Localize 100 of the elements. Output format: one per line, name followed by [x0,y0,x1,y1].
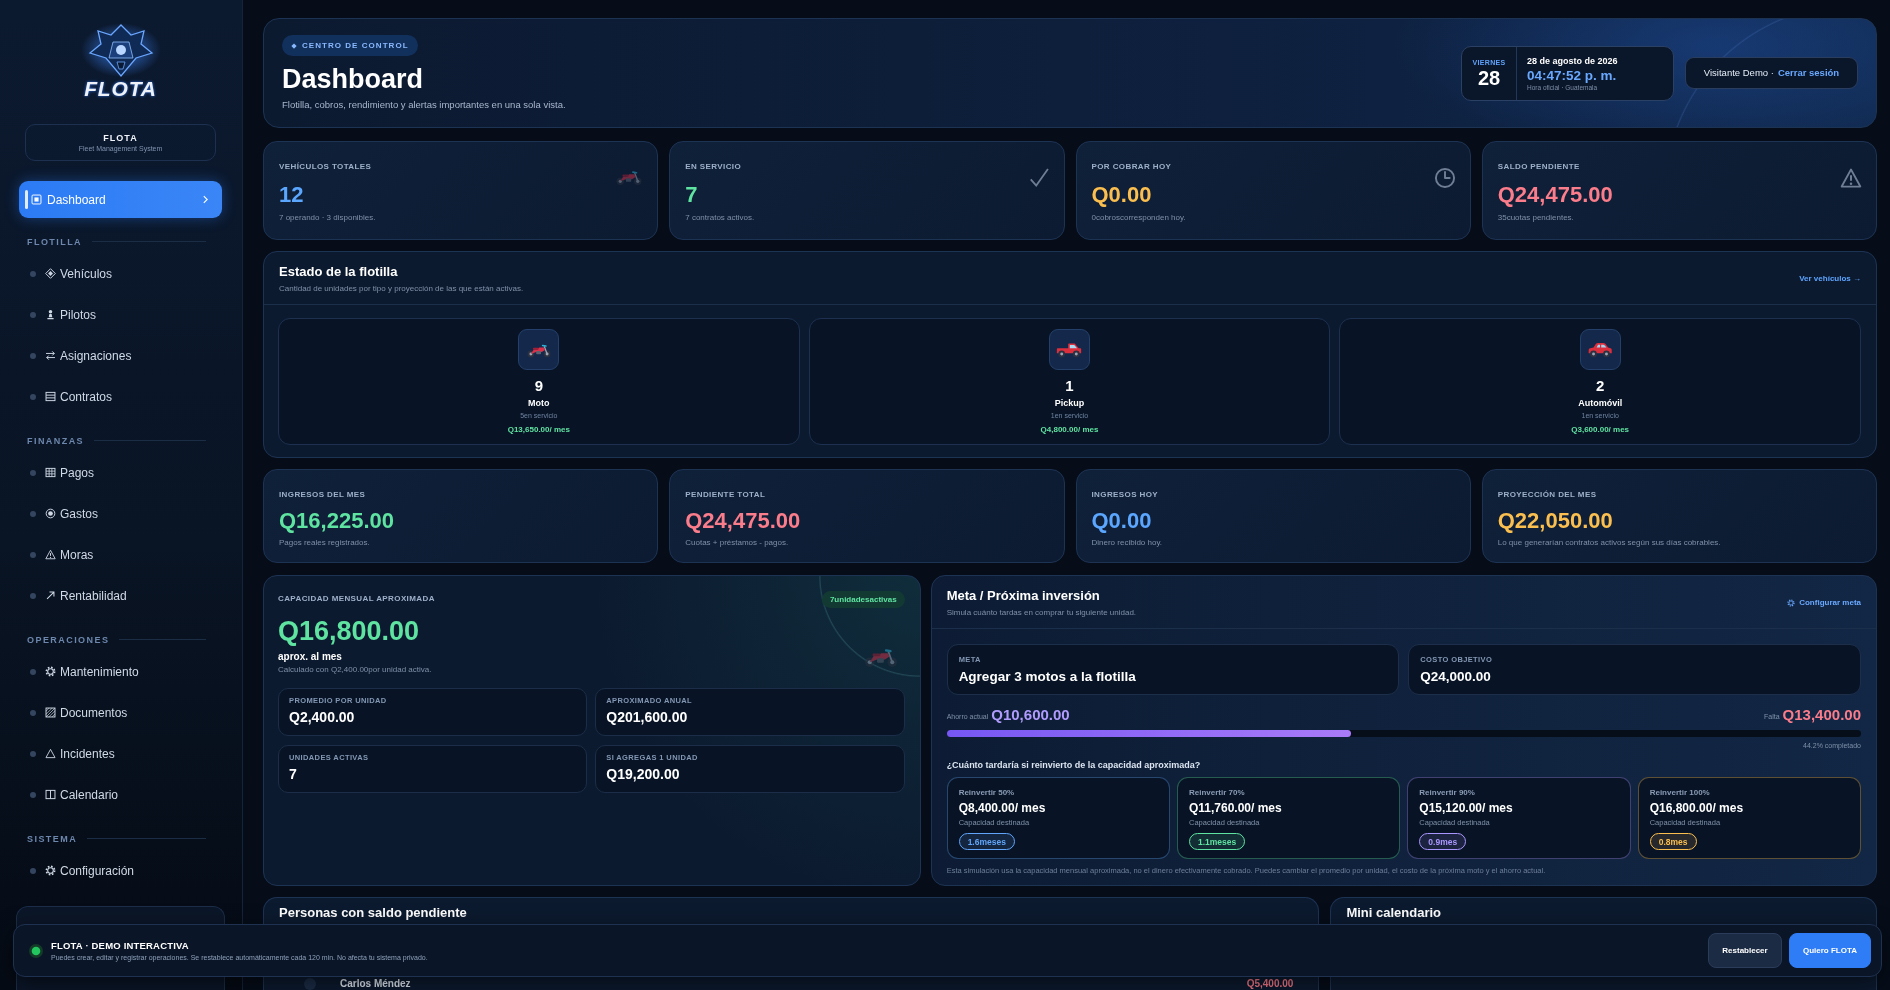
warning-icon [45,549,56,560]
duration-badge: 0.9mes [1419,833,1467,851]
vehicle-income: Q3,600.00/ mes [1571,423,1630,435]
scenario-amount: Q8,400.00/ mes [958,800,1047,816]
income-label: PROYECCIÓN DEL MES [1497,489,1598,500]
missing-amount: Q13,400.00 [1782,706,1861,724]
income-value: Q0.00 [1091,507,1153,534]
diamond-icon [45,268,56,279]
bullet-icon [30,469,36,476]
scenario-label: Reinvertir 100% [1649,787,1711,798]
income-note: Lo que generarían contratos activos según sus días cobrables. [1497,537,1722,548]
stat-label: SALDO PENDIENTE [1497,161,1581,172]
stat-value: Q0.00 [1091,181,1153,208]
duration-badge: 1.1meses [1188,833,1246,851]
sidebar-nav-item[interactable]: Incidentes [19,733,222,774]
bullet-icon [30,750,36,757]
sidebar-nav-item[interactable]: Pilotos [19,294,222,335]
gear-icon [45,865,56,876]
stat-note: 7 contratos activos. [685,212,755,223]
duration-badge: 0.8mes [1649,833,1697,851]
hatched-square-icon [45,707,56,718]
scenario-amount: Q11,760.00/ mes [1188,800,1283,816]
sidebar-nav-item[interactable]: Dashboard [19,181,222,218]
stat-note: 0cobroscorresponden hoy. [1091,212,1186,223]
stat-note: 7 operando · 3 disponibles. [279,212,376,223]
get-flota-button[interactable]: Quiero FLOTA [1789,933,1871,968]
sidebar-nav-item[interactable]: Gastos [19,493,222,534]
income-label: INGRESOS HOY [1091,489,1160,500]
sidebar-nav-item[interactable]: Calendario [19,774,222,815]
bullet-icon [30,592,36,599]
goal-field-value: Agregar 3 motos a la flotilla [958,668,1137,685]
badge-label: CENTRO DE CONTROL [302,39,409,52]
gear-icon [45,666,56,677]
section-heading: FLOTILLA [27,235,82,248]
reset-button[interactable]: Restablecer [1708,933,1782,968]
vehicle-count: 9 [534,377,543,395]
triangle-icon [45,748,56,759]
income-note: Cuotas + préstamos - pagos. [685,537,790,548]
logo-text: FLOTA [84,78,157,100]
diamond-icon [291,42,297,49]
sidebar-nav-item[interactable]: Mantenimiento [19,651,222,692]
configure-goal-link[interactable]: Configurar meta [1787,596,1861,609]
gear-icon [1787,598,1796,607]
saved-amount: Q10,600.00 [991,706,1070,724]
section-heading: SISTEMA [27,832,78,845]
sidebar-nav-item[interactable]: Vehículos [19,253,222,294]
status-dot-icon [29,943,43,958]
sidebar-nav-item[interactable]: Moras [19,534,222,575]
bullet-icon [30,709,36,716]
metric-value: Q201,600.00 [606,708,689,726]
arrow-up-right-icon [45,590,56,601]
warning-icon [1840,167,1862,189]
sidebar-nav-item[interactable]: Pagos [19,452,222,493]
bullet-icon [30,668,36,675]
person-icon [45,309,56,320]
swap-arrows-icon [45,350,56,361]
vehicle-type-name: Pickup [1054,397,1085,409]
stat-value: Q24,475.00 [1497,181,1613,208]
car-icon [1579,329,1621,370]
scenario-label: Reinvertir 50% [958,787,1016,798]
income-note: Dinero recibido hoy. [1091,537,1164,548]
bullet-icon [30,791,36,798]
panel-title: Meta / Próxima inversión [946,588,1101,604]
split-square-icon [45,789,56,800]
sidebar-nav-item[interactable]: Asignaciones [19,335,222,376]
brand-name: FLOTA [102,132,139,144]
clock-icon [1433,167,1456,189]
scenario-amount: Q16,800.00/ mes [1649,800,1745,816]
section-heading: OPERACIONES [27,633,110,646]
sidebar-nav-item[interactable]: Documentos [19,692,222,733]
income-note: Pagos reales registrados. [279,537,371,548]
capacity-note: Calculado con Q2,400.00por unidad activa. [278,664,433,675]
bullet-icon [30,311,36,318]
sidebar-nav-item[interactable]: Configuración [19,850,222,891]
vehicle-income: Q4,800.00/ mes [1040,423,1099,435]
stat-value: 7 [685,181,699,208]
vehicle-income: Q13,650.00/ mes [507,423,570,435]
income-label: INGRESOS DEL MES [279,489,367,500]
stat-label: POR COBRAR HOY [1091,161,1173,172]
day-number: 28 [1477,66,1501,89]
clock-time: 04:47:52 p. m. [1527,66,1618,84]
metric-value: Q19,200.00 [606,765,681,783]
date-text: 28 de agosto de 2026 [1527,54,1619,67]
bullet-icon [30,551,36,558]
panel-title: Mini calendario [1346,905,1442,921]
question-text: ¿Cuánto tardaría si reinvierto de la capacidad aproximada? [946,758,1202,771]
vehicle-count: 2 [1596,377,1605,395]
logout-link[interactable]: Cerrar sesión [1777,65,1840,81]
view-vehicles-link[interactable]: Ver vehículos → [1799,272,1861,285]
panel-subtitle: Cantidad de unidades por tipo y proyección de las que están activas. [279,282,524,294]
vehicle-count: 1 [1065,377,1074,395]
framed-square-icon [31,194,42,205]
page-subtitle: Flotilla, cobros, rendimiento y alertas importantes en una sola vista. [282,99,566,111]
vehicle-type-name: Moto [528,397,550,409]
sidebar-nav-item[interactable]: Rentabilidad [19,575,222,616]
scenario-label: Reinvertir 70% [1188,787,1246,798]
sidebar-nav-item[interactable]: Contratos [19,376,222,417]
panel-title: Estado de la flotilla [279,264,399,280]
vehicle-type-name: Automóvil [1578,397,1623,409]
duration-badge: 1.6meses [958,833,1015,851]
